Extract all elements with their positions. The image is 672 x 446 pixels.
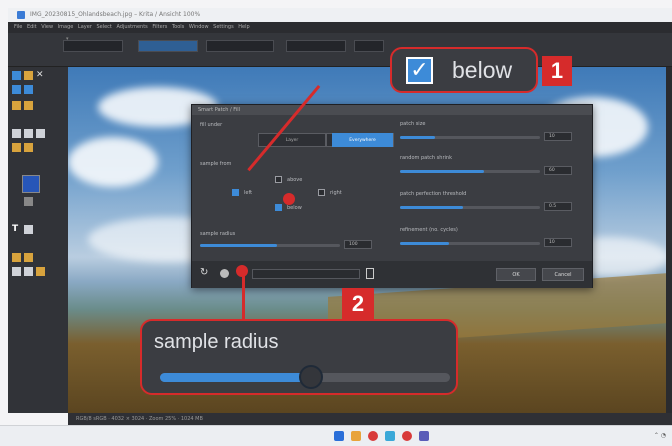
photo-cloud xyxy=(68,137,158,187)
param-label: patch size xyxy=(400,121,426,127)
lock-field[interactable] xyxy=(354,40,384,52)
callout2-zoom: sample radius xyxy=(140,319,458,395)
checkmark-icon: ✓ xyxy=(406,57,433,84)
right-dock xyxy=(666,67,672,413)
checkbox-right[interactable] xyxy=(318,189,325,196)
callout1-badge: 1 xyxy=(542,56,572,86)
refinement-spinbox[interactable]: 10 xyxy=(544,238,572,247)
param-label: random patch shrink xyxy=(400,155,452,161)
preset-select[interactable] xyxy=(252,269,360,279)
slider-fill xyxy=(400,170,484,173)
brush-tool-icon[interactable] xyxy=(12,143,21,152)
menubar[interactable]: File Edit View Image Layer Select Adjust… xyxy=(8,22,672,33)
checkbox-above-label: above xyxy=(287,177,303,183)
callout1-dot xyxy=(283,193,295,205)
system-tray[interactable]: ⌃ ◔ xyxy=(654,432,666,439)
new-file-icon[interactable] xyxy=(12,71,21,80)
window-titlebar: IMG_20230815_Ohlandsbeach.jpg – Krita / … xyxy=(8,8,672,22)
ok-button[interactable]: OK xyxy=(496,268,536,281)
save-icon[interactable] xyxy=(12,85,21,94)
callout2-slider-handle xyxy=(298,365,323,389)
krita-icon[interactable] xyxy=(419,431,429,441)
sample-radius-label: sample radius xyxy=(200,231,236,237)
export-icon[interactable] xyxy=(24,85,33,94)
sample-from-label: sample from xyxy=(200,161,232,167)
redo-icon[interactable] xyxy=(24,101,33,110)
threshold-slider[interactable] xyxy=(400,206,540,209)
patch-size-spinbox[interactable]: 10 xyxy=(544,132,572,141)
statusbar: RGB/8 sRGB · 4032 × 3024 · Zoom 25% · 10… xyxy=(68,413,672,425)
preview-icon[interactable] xyxy=(220,269,229,278)
checkbox-below[interactable] xyxy=(275,204,282,211)
selection-mode-buttons[interactable] xyxy=(138,40,198,52)
smart-patch-dialog: Smart Patch / Fill fill under Layer Sele… xyxy=(191,104,593,288)
callout2-leader xyxy=(242,272,245,320)
dialog-footer: ↻ OK Cancel xyxy=(192,261,592,288)
app-icon xyxy=(17,11,25,19)
cancel-button[interactable]: Cancel xyxy=(542,268,584,281)
dialog-title: Smart Patch / Fill xyxy=(192,105,592,115)
opera-icon[interactable] xyxy=(402,431,412,441)
blend-select[interactable] xyxy=(206,40,274,52)
document-icon[interactable] xyxy=(366,268,374,279)
move-tool-icon[interactable] xyxy=(36,129,45,138)
refinement-slider[interactable] xyxy=(400,242,540,245)
reset-icon[interactable]: ↻ xyxy=(200,268,208,278)
callout2-dot xyxy=(236,265,248,277)
mode-select[interactable] xyxy=(63,40,123,52)
callout2-slider xyxy=(160,365,450,389)
eraser-tool-icon[interactable] xyxy=(24,143,33,152)
sample-radius-spinbox[interactable]: 100 xyxy=(344,240,372,249)
statusbar-text: RGB/8 sRGB · 4032 × 3024 · Zoom 25% · 10… xyxy=(76,416,203,422)
threshold-spinbox[interactable]: 0.5 xyxy=(544,202,572,211)
explorer-icon[interactable] xyxy=(351,431,361,441)
start-icon[interactable] xyxy=(334,431,344,441)
checkbox-below-label: below xyxy=(287,205,302,211)
checkbox-left-label: left xyxy=(244,190,253,196)
select-tool-icon[interactable] xyxy=(12,129,21,138)
slider-fill xyxy=(400,242,449,245)
param-label: patch perfection threshold xyxy=(400,191,467,197)
clone-tool-icon[interactable] xyxy=(12,267,21,276)
store-icon[interactable] xyxy=(385,431,395,441)
toolbox: ✕ T xyxy=(8,67,68,413)
fill-tool-icon[interactable] xyxy=(36,267,45,276)
undo-icon[interactable] xyxy=(12,101,21,110)
patch-size-slider[interactable] xyxy=(400,136,540,139)
swap-colors-icon[interactable] xyxy=(24,197,33,206)
foreground-color-swatch[interactable] xyxy=(22,175,40,193)
shrink-slider[interactable] xyxy=(400,170,540,173)
shrink-spinbox[interactable]: 60 xyxy=(544,166,572,175)
param-label: refinement (no. cycles) xyxy=(400,227,458,233)
fill-under-label: fill under xyxy=(200,122,223,128)
smudge-tool-icon[interactable] xyxy=(24,253,33,262)
text-tool-icon[interactable]: T xyxy=(12,225,21,234)
size-field[interactable] xyxy=(286,40,346,52)
heal-tool-icon[interactable] xyxy=(24,267,33,276)
callout1-zoom: ✓ below xyxy=(390,47,538,93)
browser-icon[interactable] xyxy=(368,431,378,441)
pencil-tool-icon[interactable] xyxy=(12,253,21,262)
callout1-label: below xyxy=(452,57,513,83)
tab-everywhere[interactable]: Everywhere xyxy=(332,133,393,147)
zoom-tool-icon[interactable] xyxy=(24,129,33,138)
slider-fill xyxy=(200,244,277,247)
shape-tool-icon[interactable] xyxy=(24,225,33,234)
tool-options-bar: ▾ xyxy=(8,33,672,67)
open-folder-icon[interactable] xyxy=(24,71,33,80)
sample-radius-slider[interactable] xyxy=(200,244,340,247)
checkbox-left[interactable] xyxy=(232,189,239,196)
slider-fill xyxy=(400,136,435,139)
slider-fill xyxy=(400,206,463,209)
window-title: IMG_20230815_Ohlandsbeach.jpg – Krita / … xyxy=(30,11,201,18)
checkbox-above[interactable] xyxy=(275,176,282,183)
callout2-badge: 2 xyxy=(342,288,374,320)
checkbox-right-label: right xyxy=(330,190,342,196)
close-icon[interactable]: ✕ xyxy=(36,71,45,80)
taskbar: ⌃ ◔ xyxy=(0,425,672,446)
menubar-items[interactable]: File Edit View Image Layer Select Adjust… xyxy=(14,24,250,30)
callout2-label: sample radius xyxy=(154,331,279,353)
callout2-slider-fill xyxy=(160,373,311,382)
